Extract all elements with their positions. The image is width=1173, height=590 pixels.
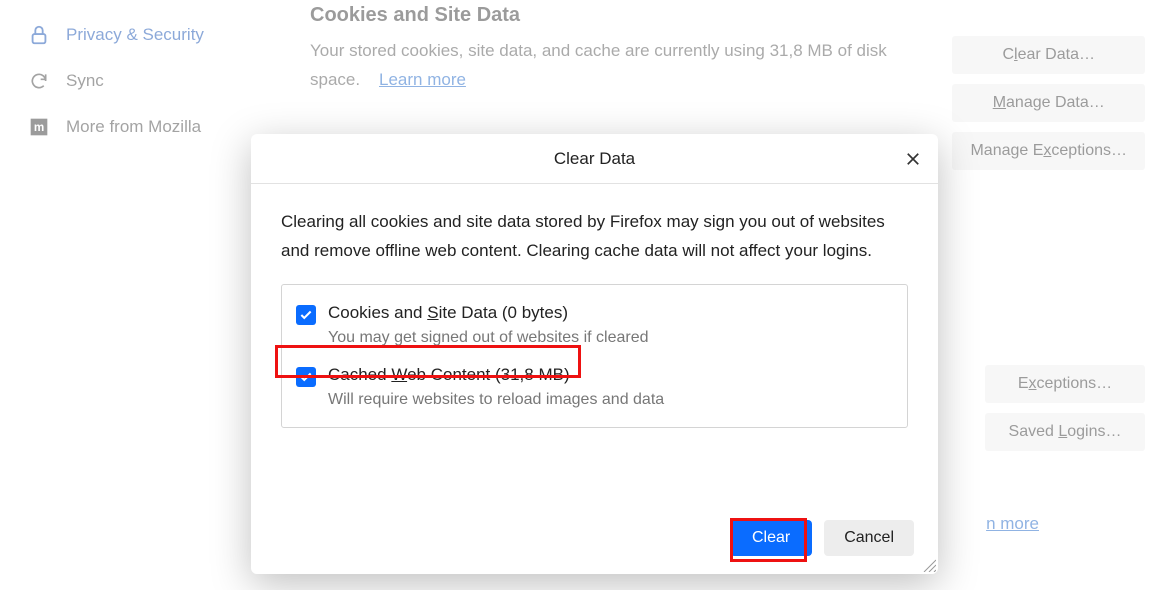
option-cache-text: Cached Web Content (31,8 MB) Will requir… xyxy=(328,365,664,409)
dialog-title: Clear Data xyxy=(554,149,635,169)
dialog-header: Clear Data xyxy=(251,134,938,184)
clear-button[interactable]: Clear xyxy=(730,520,812,556)
resize-handle-icon[interactable] xyxy=(922,558,936,572)
dialog-footer: Clear Cancel xyxy=(730,520,914,556)
clear-data-dialog: Clear Data Clearing all cookies and site… xyxy=(251,134,938,574)
cancel-button[interactable]: Cancel xyxy=(824,520,914,556)
option-cookies-sub: You may get signed out of websites if cl… xyxy=(328,329,649,347)
checkmark-icon xyxy=(299,308,313,322)
checkbox-cache[interactable] xyxy=(296,367,316,387)
option-cookies-text: Cookies and Site Data (0 bytes) You may … xyxy=(328,303,649,347)
option-cache: Cached Web Content (31,8 MB) Will requir… xyxy=(296,365,893,409)
close-icon xyxy=(904,150,922,168)
dialog-body: Clearing all cookies and site data store… xyxy=(251,184,938,428)
dialog-description: Clearing all cookies and site data store… xyxy=(281,208,908,266)
checkbox-cookies[interactable] xyxy=(296,305,316,325)
clear-options-box: Cookies and Site Data (0 bytes) You may … xyxy=(281,284,908,428)
dialog-close-button[interactable] xyxy=(902,148,924,170)
option-cache-sub: Will require websites to reload images a… xyxy=(328,391,664,409)
checkmark-icon xyxy=(299,370,313,384)
option-cookies: Cookies and Site Data (0 bytes) You may … xyxy=(296,303,893,347)
